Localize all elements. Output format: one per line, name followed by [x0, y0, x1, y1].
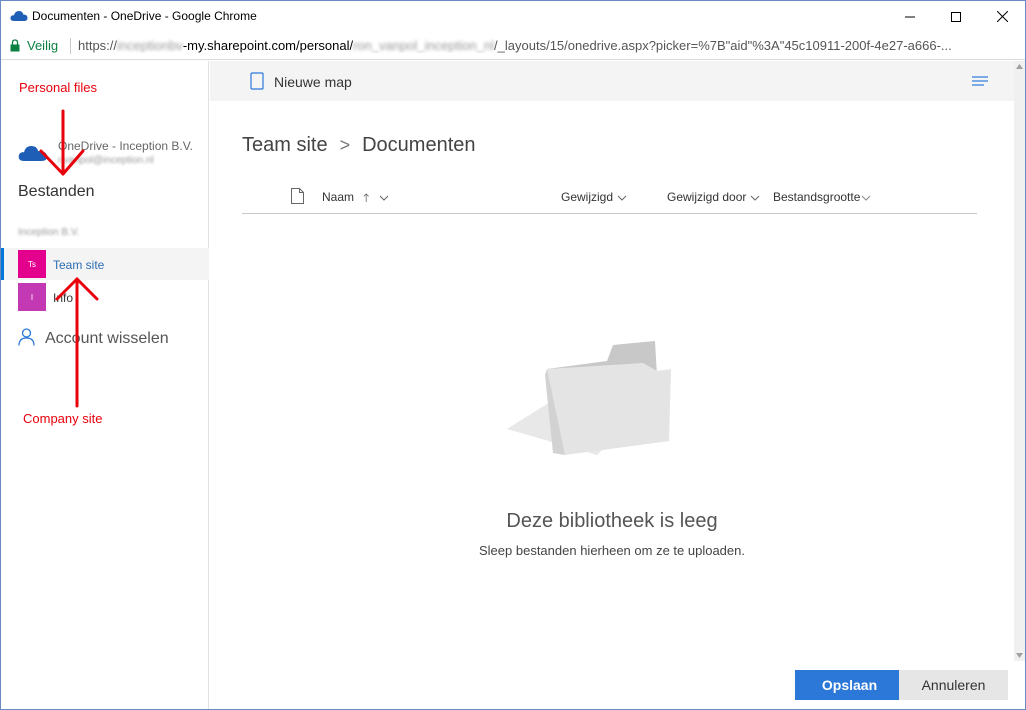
- new-folder-button[interactable]: Nieuwe map: [250, 71, 370, 91]
- secure-label: Veilig: [27, 38, 59, 53]
- scroll-up-icon[interactable]: [1016, 64, 1023, 69]
- lock-icon: [10, 39, 20, 52]
- chevron-down-icon: [862, 195, 871, 201]
- sort-ascending-icon: [363, 193, 370, 202]
- new-folder-icon: [250, 72, 264, 90]
- close-button[interactable]: [979, 1, 1025, 32]
- vertical-scrollbar[interactable]: [1014, 61, 1025, 661]
- breadcrumb-separator: >: [339, 135, 351, 155]
- onedrive-logo-icon: [18, 146, 47, 161]
- url-path: /_layouts/15/onedrive.aspx?picker=%7B"ai…: [494, 38, 952, 53]
- column-name[interactable]: Naam: [322, 190, 389, 204]
- empty-state-subtitle: Sleep bestanden hierheen om ze te upload…: [479, 543, 745, 558]
- column-file-size-label: Bestandsgrootte: [773, 190, 861, 204]
- site-tile: I: [18, 283, 46, 311]
- view-options-icon[interactable]: [972, 74, 988, 88]
- url-text[interactable]: https://inceptionbv-my.sharepoint.com/pe…: [78, 38, 1022, 53]
- command-bar: Nieuwe map: [210, 61, 1014, 101]
- chrome-window: Documenten - OneDrive - Google Chrome Ve…: [0, 0, 1026, 710]
- onedrive-account-email: r.vanpol@inception.nl: [58, 155, 154, 166]
- site-item-info[interactable]: I Info: [1, 281, 209, 313]
- column-modified-label: Gewijzigd: [561, 190, 614, 204]
- left-navigation: OneDrive - Inception B.V. r.vanpol@incep…: [1, 61, 209, 709]
- close-icon: [996, 11, 1008, 22]
- scroll-down-icon[interactable]: [1016, 653, 1023, 658]
- save-button[interactable]: Opslaan: [795, 670, 904, 700]
- maximize-button[interactable]: [933, 1, 979, 32]
- personal-files-link[interactable]: Bestanden: [18, 183, 95, 201]
- annotation-company-site: Company site: [23, 411, 103, 426]
- switch-account-label: Account wisselen: [45, 330, 169, 347]
- chevron-down-icon: [617, 195, 627, 201]
- breadcrumb-item-documenten: Documenten: [362, 134, 476, 156]
- url-redacted-user: ron_vanpol_inception_nl: [353, 38, 495, 53]
- title-bar: Documenten - OneDrive - Google Chrome: [1, 1, 1025, 32]
- chevron-down-icon: [379, 195, 389, 201]
- maximize-icon: [951, 11, 961, 22]
- breadcrumb-item-team-site[interactable]: Team site: [242, 134, 328, 156]
- url-prefix: https://: [78, 38, 118, 53]
- switch-account-button[interactable]: Account wisselen: [18, 327, 203, 349]
- column-header-row: Naam Gewijzigd Gewijzigd door Bestandsgr…: [242, 184, 977, 214]
- address-bar[interactable]: Veilig https://inceptionbv-my.sharepoint…: [1, 32, 1025, 60]
- chevron-down-icon: [751, 195, 760, 201]
- window-title: Documenten - OneDrive - Google Chrome: [32, 9, 257, 23]
- column-modified[interactable]: Gewijzigd: [561, 190, 627, 204]
- column-file-size[interactable]: Bestandsgrootte: [773, 190, 871, 204]
- empty-state-title: Deze bibliotheek is leeg: [506, 510, 718, 532]
- annotation-personal-files: Personal files: [19, 80, 98, 95]
- column-name-label: Naam: [322, 190, 355, 204]
- url-host: -my.sharepoint.com/personal/: [182, 38, 354, 53]
- onedrive-account-title: OneDrive - Inception B.V.: [58, 139, 193, 153]
- site-label: Team site: [53, 258, 105, 272]
- column-modified-by[interactable]: Gewijzigd door: [667, 190, 760, 204]
- onedrive-icon: [10, 11, 28, 21]
- company-heading: Inception B.V.: [18, 227, 80, 238]
- address-divider: [70, 38, 71, 54]
- url-redacted-tenant: inceptionbv: [117, 38, 183, 53]
- site-item-team-site[interactable]: Ts Team site: [1, 248, 209, 280]
- minimize-button[interactable]: [887, 1, 933, 32]
- cancel-button[interactable]: Annuleren: [899, 670, 1008, 700]
- empty-folder-illustration: [507, 341, 671, 455]
- file-type-icon: [291, 188, 304, 204]
- site-tile: Ts: [18, 250, 46, 278]
- site-label: Info: [53, 291, 74, 305]
- new-folder-label: Nieuwe map: [274, 74, 352, 90]
- person-icon: [18, 328, 35, 346]
- breadcrumb: Team site > Documenten: [242, 134, 476, 157]
- selection-indicator: [1, 248, 4, 280]
- minimize-icon: [905, 16, 915, 17]
- column-modified-by-label: Gewijzigd door: [667, 190, 747, 204]
